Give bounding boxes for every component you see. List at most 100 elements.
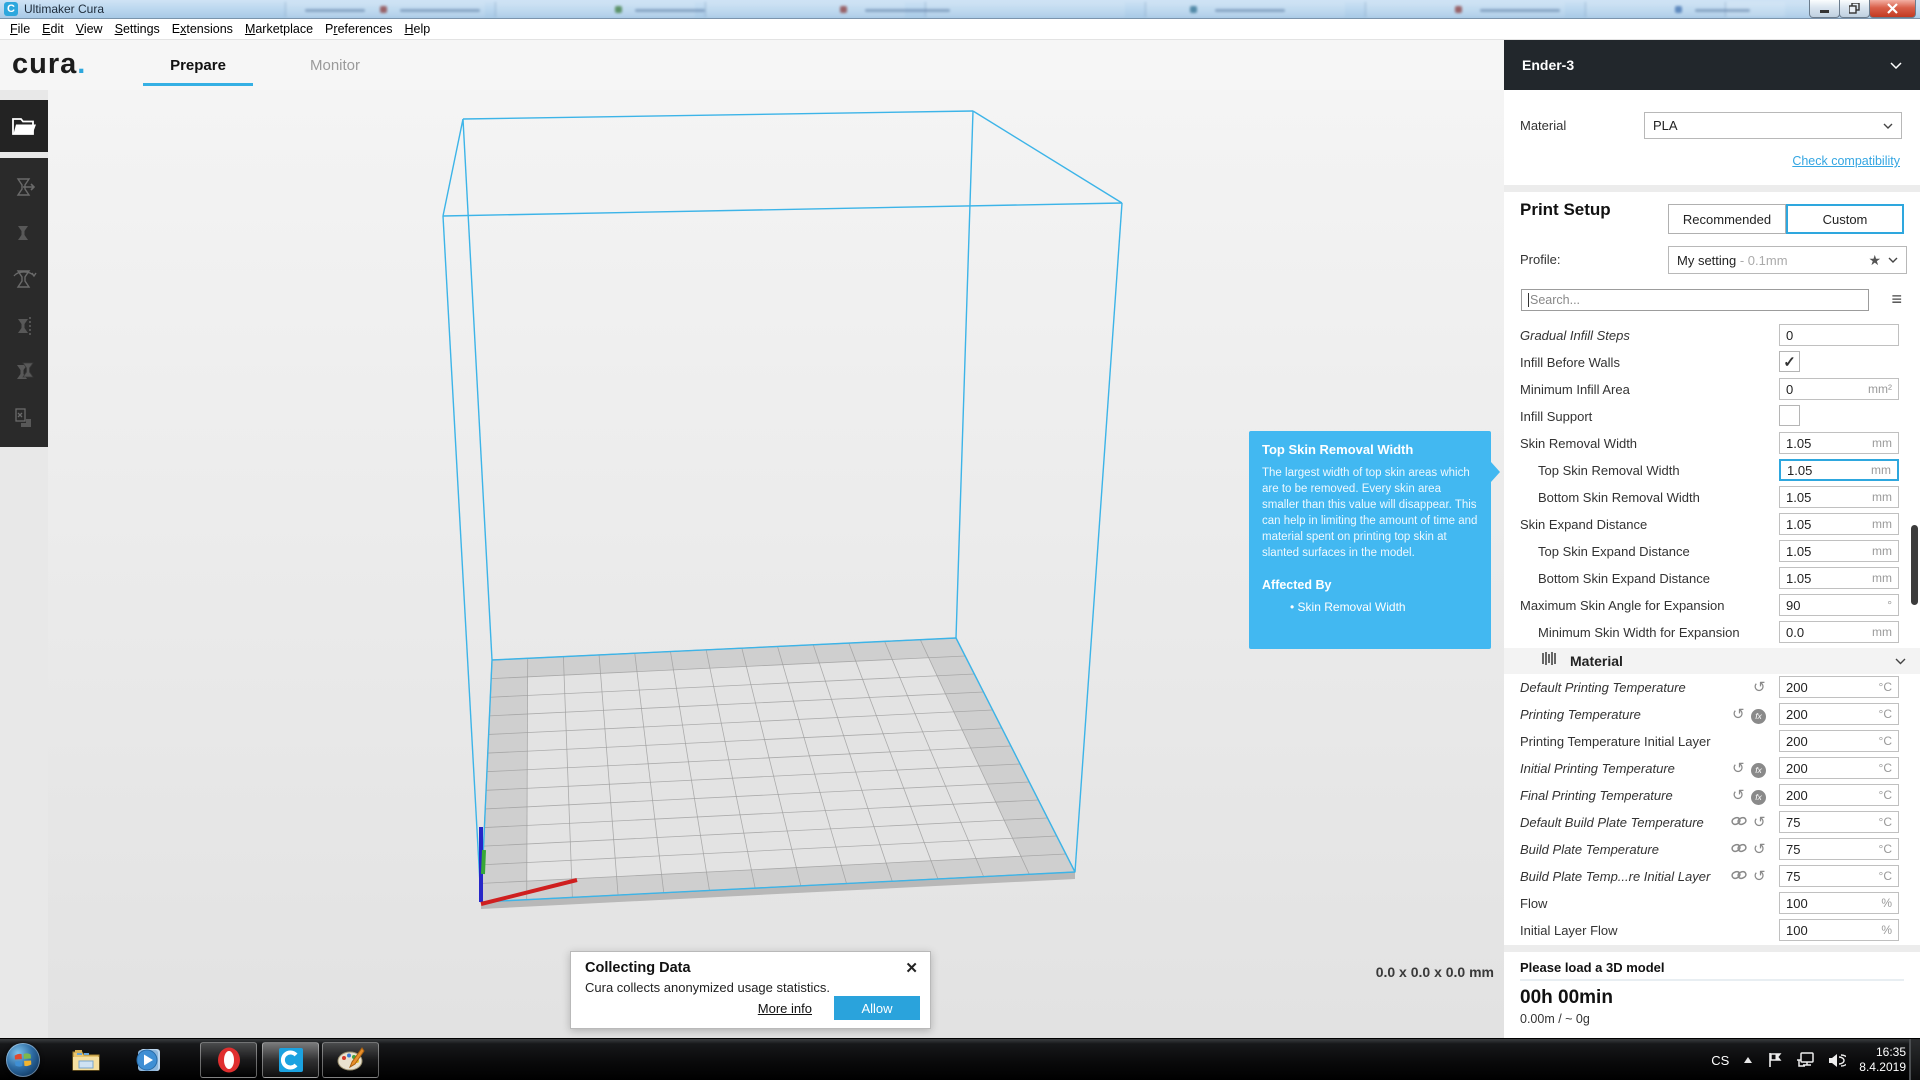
menu-view[interactable]: View xyxy=(70,20,109,38)
setting-label: Bottom Skin Expand Distance xyxy=(1538,571,1710,586)
network-icon[interactable] xyxy=(1796,1052,1815,1068)
language-indicator[interactable]: CS xyxy=(1711,1053,1729,1068)
profile-dropdown[interactable]: My setting - 0.1mm ★ xyxy=(1668,246,1907,274)
tooltip-arrow xyxy=(1491,462,1500,482)
setting-value-input[interactable]: 100% xyxy=(1779,892,1899,914)
setting-value-input[interactable]: 75°C xyxy=(1779,811,1899,833)
fx-icon[interactable]: fx xyxy=(1751,706,1766,724)
setting-value-input[interactable]: 200°C xyxy=(1779,757,1899,779)
menu-help[interactable]: Help xyxy=(398,20,436,38)
show-desktop-button[interactable] xyxy=(1909,1039,1920,1080)
setting-value: 75 xyxy=(1786,869,1800,884)
setting-unit: mm² xyxy=(1868,382,1892,396)
more-info-link[interactable]: More info xyxy=(758,1001,812,1016)
machine-selector[interactable]: Ender-3 xyxy=(1504,40,1920,90)
action-center-flag-icon[interactable] xyxy=(1767,1052,1783,1068)
setting-value-input[interactable]: 90° xyxy=(1779,594,1899,616)
revert-icon[interactable]: ↺ xyxy=(1732,760,1745,778)
allow-button[interactable]: Allow xyxy=(834,996,920,1020)
revert-icon[interactable]: ↺ xyxy=(1732,787,1745,805)
restore-button[interactable] xyxy=(1839,0,1870,18)
minimize-button[interactable] xyxy=(1809,0,1840,18)
setting-unit: ° xyxy=(1887,598,1892,612)
link-icon[interactable] xyxy=(1731,841,1747,859)
revert-icon[interactable]: ↺ xyxy=(1753,868,1766,886)
setting-label: Skin Removal Width xyxy=(1520,436,1637,451)
material-spool-icon xyxy=(1542,651,1558,671)
setting-value-input[interactable]: 1.05mm xyxy=(1779,486,1899,508)
check-compatibility-link[interactable]: Check compatibility xyxy=(1792,154,1900,168)
recommended-mode-button[interactable]: Recommended xyxy=(1668,204,1786,234)
setting-value-input[interactable]: 200°C xyxy=(1779,784,1899,806)
menu-edit[interactable]: Edit xyxy=(36,20,70,38)
revert-icon[interactable]: ↺ xyxy=(1732,706,1745,724)
setting-checkbox[interactable]: ✓ xyxy=(1779,351,1800,372)
cura-app-icon: C xyxy=(4,2,18,16)
tray-expand-arrow-icon[interactable] xyxy=(1742,1056,1754,1064)
material-dropdown[interactable]: PLA xyxy=(1644,112,1902,139)
setting-unit: °C xyxy=(1879,707,1892,721)
taskbar-windows-media-player-button[interactable] xyxy=(130,1043,166,1077)
fx-icon[interactable]: fx xyxy=(1751,787,1766,805)
open-file-button[interactable] xyxy=(0,100,48,152)
setting-value-input[interactable]: 1.05mm xyxy=(1779,540,1899,562)
revert-icon[interactable]: ↺ xyxy=(1753,679,1766,697)
menu-extensions[interactable]: Extensions xyxy=(166,20,239,38)
setting-value-input[interactable]: 75°C xyxy=(1779,865,1899,887)
taskbar-clock[interactable]: 16:35 8.4.2019 xyxy=(1859,1045,1906,1075)
revert-icon[interactable]: ↺ xyxy=(1753,814,1766,832)
material-category-header[interactable]: Material xyxy=(1504,648,1920,674)
material-category-title: Material xyxy=(1570,653,1623,669)
setting-value-input[interactable]: 1.05mm xyxy=(1779,459,1899,481)
setting-value-input[interactable]: 0.0mm xyxy=(1779,621,1899,643)
profile-label: Profile: xyxy=(1520,252,1560,267)
menu-file[interactable]: File xyxy=(4,20,36,38)
setting-row: Printing Temperaturefx↺200°C xyxy=(1504,701,1920,728)
setting-value-input[interactable]: 200°C xyxy=(1779,703,1899,725)
fx-icon[interactable]: fx xyxy=(1751,760,1766,778)
link-icon[interactable] xyxy=(1731,814,1747,832)
menu-settings[interactable]: Settings xyxy=(109,20,166,38)
print-setup-mode-switch: Recommended Custom xyxy=(1668,204,1904,234)
setting-value: 0 xyxy=(1786,328,1793,343)
panel-scrollbar[interactable] xyxy=(1911,525,1918,605)
setting-label: Minimum Skin Width for Expansion xyxy=(1538,625,1740,640)
taskbar-start-button[interactable] xyxy=(6,1043,40,1077)
taskbar-cura-button[interactable] xyxy=(262,1042,319,1078)
taskbar-opera-button[interactable] xyxy=(200,1042,257,1078)
menu-marketplace[interactable]: Marketplace xyxy=(239,20,319,38)
setting-value-input[interactable]: 0 xyxy=(1779,324,1899,346)
close-button[interactable] xyxy=(1869,0,1916,18)
link-icon[interactable] xyxy=(1731,868,1747,886)
setting-value-input[interactable]: 1.05mm xyxy=(1779,432,1899,454)
section-divider xyxy=(1504,185,1920,192)
settings-filter-menu-icon[interactable]: ≡ xyxy=(1891,289,1902,310)
setting-value: 1.05 xyxy=(1787,463,1812,478)
setting-unit: °C xyxy=(1879,680,1892,694)
footer-divider xyxy=(1520,979,1904,981)
dialog-close-icon[interactable]: ✕ xyxy=(905,959,918,977)
setting-row: Build Plate Temperature↺75°C xyxy=(1504,836,1920,863)
setting-value-input[interactable]: 1.05mm xyxy=(1779,513,1899,535)
volume-icon[interactable] xyxy=(1828,1053,1846,1068)
taskbar-windows-explorer-button[interactable] xyxy=(68,1043,104,1077)
setting-checkbox[interactable] xyxy=(1779,405,1800,426)
menu-preferences[interactable]: Preferences xyxy=(319,20,398,38)
setting-value-input[interactable]: 75°C xyxy=(1779,838,1899,860)
setting-value-input[interactable]: 1.05mm xyxy=(1779,567,1899,589)
tab-monitor[interactable]: Monitor xyxy=(290,40,380,90)
search-input[interactable]: Search... xyxy=(1521,289,1869,311)
setting-label: Top Skin Removal Width xyxy=(1538,463,1680,478)
menu-bar: FileEditViewSettingsExtensionsMarketplac… xyxy=(0,19,1920,40)
setting-label: Flow xyxy=(1520,896,1547,911)
setting-value-input[interactable]: 0mm² xyxy=(1779,378,1899,400)
custom-mode-button[interactable]: Custom xyxy=(1786,204,1904,234)
revert-icon[interactable]: ↺ xyxy=(1753,841,1766,859)
tab-prepare[interactable]: Prepare xyxy=(143,40,253,90)
taskbar-paint-button[interactable] xyxy=(322,1042,379,1078)
setting-value-input[interactable]: 100% xyxy=(1779,919,1899,941)
setting-value-input[interactable]: 200°C xyxy=(1779,676,1899,698)
background-browser-tabs xyxy=(285,0,1785,18)
chevron-down-icon xyxy=(1890,62,1902,69)
setting-value-input[interactable]: 200°C xyxy=(1779,730,1899,752)
